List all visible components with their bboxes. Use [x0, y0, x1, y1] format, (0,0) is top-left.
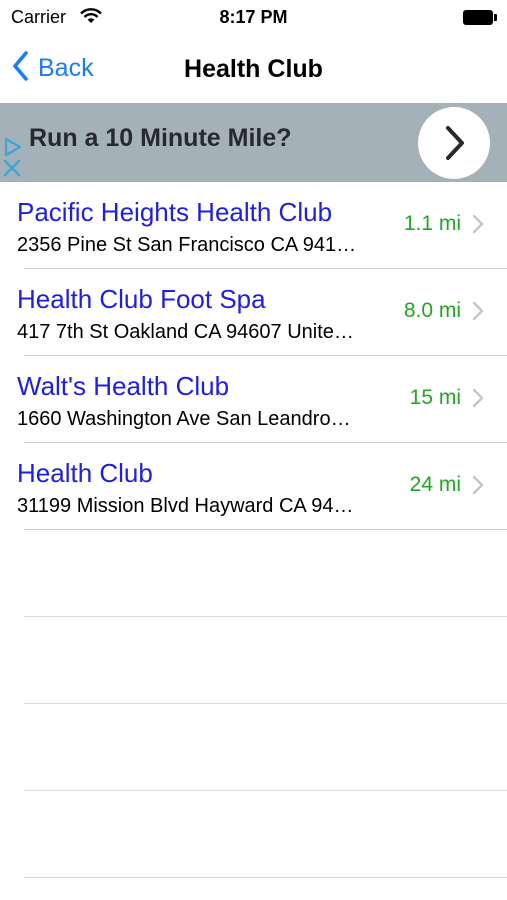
- result-address: 2356 Pine St San Francisco CA 941…: [17, 234, 357, 256]
- status-time: 8:17 PM: [219, 7, 288, 27]
- ad-close-icon[interactable]: [2, 158, 22, 183]
- table-row[interactable]: Health Club 31199 Mission Blvd Hayward C…: [0, 443, 507, 530]
- chevron-right-icon: [472, 301, 484, 326]
- result-distance: 8.0 mi: [403, 299, 461, 322]
- navigation-bar: Back Health Club: [0, 36, 507, 102]
- chevron-right-icon: [472, 475, 484, 500]
- result-distance: 1.1 mi: [403, 212, 461, 235]
- ad-cta-chevron-icon: [446, 126, 464, 160]
- result-address: 31199 Mission Blvd Hayward CA 94…: [17, 495, 354, 517]
- chevron-right-icon: [472, 214, 484, 239]
- results-list: Pacific Heights Health Club 2356 Pine St…: [0, 182, 507, 530]
- empty-row-separator: [24, 877, 507, 878]
- battery-icon: [463, 10, 497, 25]
- table-row[interactable]: Health Club Foot Spa 417 7th St Oakland …: [0, 269, 507, 356]
- result-address: 1660 Washington Ave San Leandro…: [17, 408, 351, 430]
- empty-row-separator: [24, 703, 507, 704]
- result-name: Health Club Foot Spa: [17, 284, 266, 314]
- result-name: Walt's Health Club: [17, 371, 230, 401]
- empty-row-separator: [24, 790, 507, 791]
- table-row[interactable]: Walt's Health Club 1660 Washington Ave S…: [0, 356, 507, 443]
- table-row[interactable]: Pacific Heights Health Club 2356 Pine St…: [0, 182, 507, 269]
- page-title: Health Club: [184, 55, 323, 83]
- status-bar: Carrier 8:17 PM: [0, 0, 507, 36]
- chevron-right-icon: [472, 388, 484, 413]
- result-distance: 24 mi: [409, 473, 461, 496]
- empty-row-separator: [24, 616, 507, 617]
- ad-cta-button[interactable]: [418, 107, 490, 179]
- result-name: Health Club: [17, 458, 153, 488]
- result-name: Pacific Heights Health Club: [17, 197, 333, 227]
- result-address: 417 7th St Oakland CA 94607 Unite…: [17, 321, 354, 343]
- row-separator: [24, 529, 507, 530]
- result-distance: 15 mi: [409, 386, 461, 409]
- ad-headline[interactable]: Run a 10 Minute Mile?: [29, 124, 292, 153]
